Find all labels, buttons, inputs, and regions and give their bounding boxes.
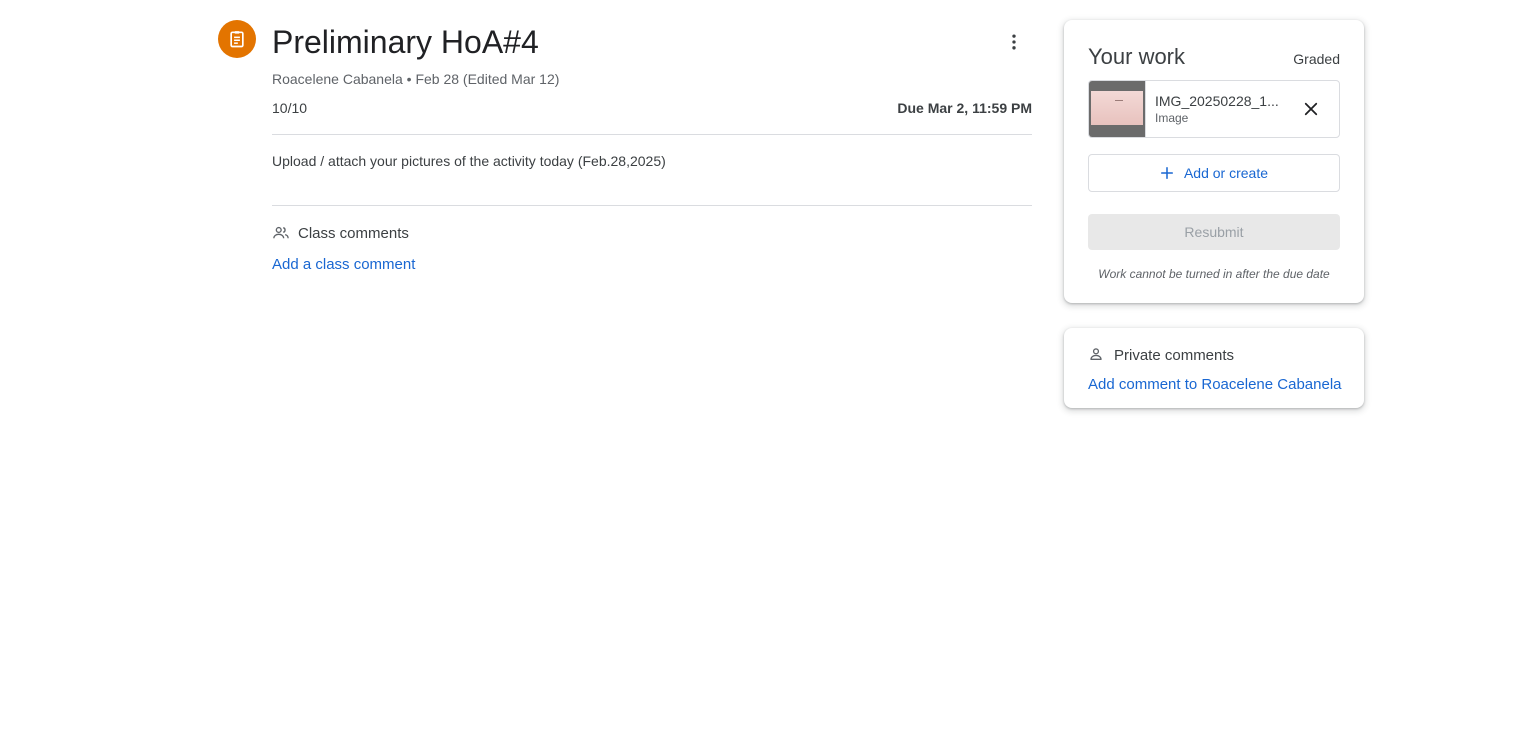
attachment-name: IMG_20250228_1... (1155, 93, 1279, 109)
private-comments-card: Private comments Add comment to Roacelen… (1064, 328, 1364, 408)
add-class-comment-link[interactable]: Add a class comment (272, 256, 415, 273)
assignment-details: Preliminary HoA#4 Roacelene Cabanela • F… (272, 20, 1032, 274)
assignment-score: 10/10 (272, 100, 308, 116)
your-work-card: Your work Graded IMG_20250228_1... Image (1064, 20, 1364, 303)
remove-attachment-button[interactable] (1291, 89, 1331, 129)
add-private-comment-link[interactable]: Add comment to Roacelene Cabanela (1088, 376, 1342, 393)
private-comments-label: Private comments (1114, 346, 1235, 364)
assignment-title: Preliminary HoA#4 (272, 24, 539, 60)
plus-icon (1160, 166, 1174, 180)
add-or-create-label: Add or create (1183, 165, 1269, 181)
add-or-create-button[interactable]: Add or create (1088, 154, 1340, 192)
assignment-page: Preliminary HoA#4 Roacelene Cabanela • F… (0, 0, 1518, 738)
due-date: Due Mar 2, 11:59 PM (897, 100, 1032, 116)
attachment-info: IMG_20250228_1... Image (1146, 92, 1291, 126)
assignment-meta: Roacelene Cabanela • Feb 28 (Edited Mar … (272, 71, 560, 87)
attachment-item[interactable]: IMG_20250228_1... Image (1088, 80, 1340, 138)
person-icon (1088, 346, 1106, 364)
resubmit-button[interactable]: Resubmit (1088, 214, 1340, 250)
more-vert-icon (1012, 34, 1016, 50)
your-work-title: Your work (1088, 44, 1186, 69)
assignment-icon (218, 20, 256, 58)
assignment-instructions: Upload / attach your pictures of the act… (272, 135, 1032, 206)
title-row: Preliminary HoA#4 (272, 20, 1032, 66)
class-comments-label: Class comments (298, 224, 409, 242)
more-options-button[interactable] (998, 26, 1030, 58)
people-icon (272, 224, 290, 242)
attachment-thumbnail (1089, 81, 1146, 137)
close-icon (1304, 102, 1318, 116)
score-row: 10/10 Due Mar 2, 11:59 PM (272, 98, 1032, 135)
late-submission-note: Work cannot be turned in after the due d… (1098, 267, 1330, 281)
class-comments-header: Class comments (272, 222, 1032, 244)
your-work-header: Your work Graded (1088, 44, 1340, 70)
attachment-type: Image (1155, 111, 1189, 125)
private-comments-header: Private comments (1088, 346, 1340, 364)
work-status-badge: Graded (1293, 51, 1340, 67)
